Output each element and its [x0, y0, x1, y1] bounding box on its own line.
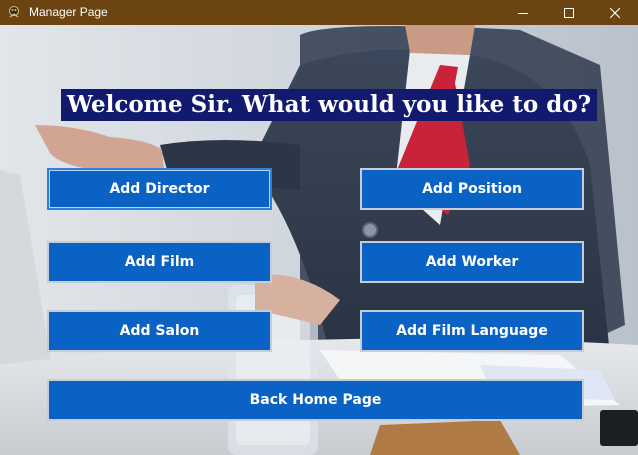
maximize-icon [564, 7, 574, 18]
add-film-language-button[interactable]: Add Film Language [360, 310, 584, 352]
title-bar[interactable]: Manager Page [0, 0, 638, 25]
app-icon [9, 6, 19, 18]
manager-page-window: Manager Page Welcome Sir. What would you… [0, 0, 638, 455]
add-film-button[interactable]: Add Film [47, 241, 272, 283]
minimize-icon [518, 12, 528, 14]
maximize-button[interactable] [546, 0, 592, 25]
minimize-button[interactable] [500, 0, 546, 25]
close-icon [610, 7, 620, 18]
add-position-button[interactable]: Add Position [360, 168, 584, 210]
back-home-page-button[interactable]: Back Home Page [47, 379, 584, 421]
add-worker-button[interactable]: Add Worker [360, 241, 584, 283]
close-button[interactable] [592, 0, 638, 25]
window-title: Manager Page [29, 5, 108, 19]
add-salon-button[interactable]: Add Salon [47, 310, 272, 352]
welcome-heading: Welcome Sir. What would you like to do? [61, 89, 598, 121]
add-director-button[interactable]: Add Director [47, 168, 272, 210]
